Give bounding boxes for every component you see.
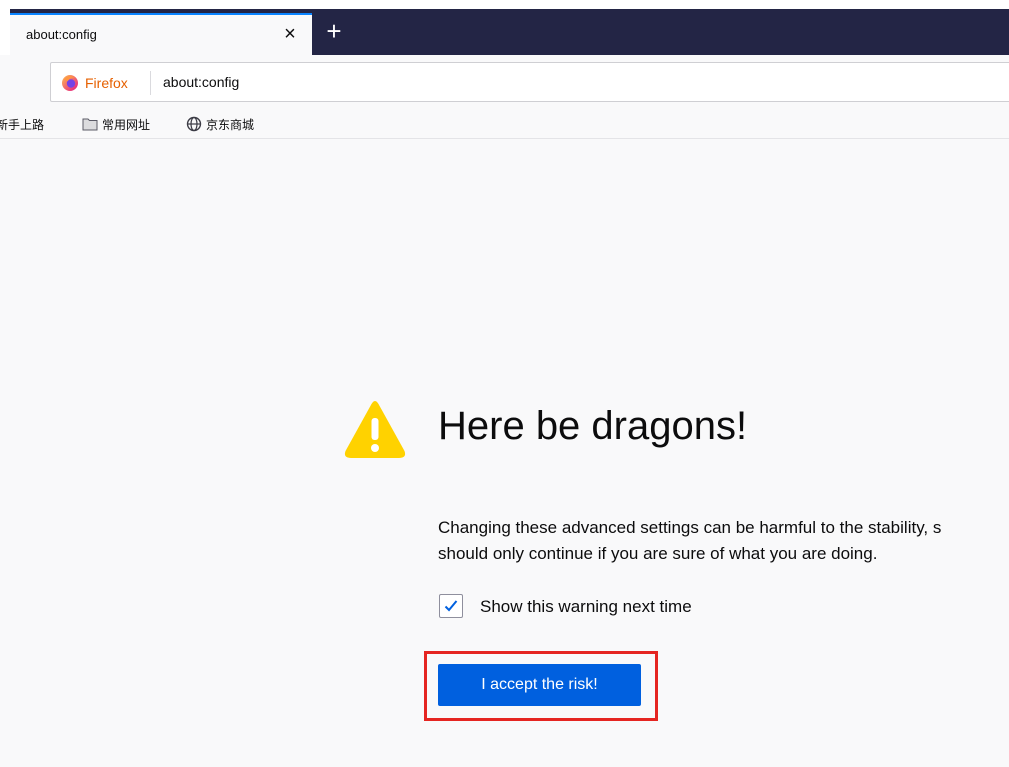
accept-risk-button[interactable]: I accept the risk! [438,664,641,706]
address-bar[interactable]: Firefox about:config [50,62,1009,102]
tab-title: about:config [26,27,97,42]
bookmark-label: 京东商城 [206,117,255,132]
window-top-edge [0,0,1009,9]
identity-box[interactable]: Firefox [61,72,128,94]
checkmark-icon [444,600,458,612]
warning-description: Changing these advanced settings can be … [438,515,1009,567]
tab-bar-left-edge [0,9,10,55]
bookmarks-toolbar: 新手上路 常用网址 京东商城 [0,108,1009,139]
show-warning-label[interactable]: Show this warning next time [480,597,692,617]
identity-separator [150,71,151,95]
globe-icon [186,116,202,132]
folder-icon [82,118,98,131]
tab-about-config[interactable]: about:config × [10,13,312,55]
warning-description-line-1: Changing these advanced settings can be … [438,518,942,537]
new-tab-button[interactable]: + [320,16,348,46]
close-icon[interactable]: × [278,21,302,47]
bookmark-label: 常用网址 [102,117,151,132]
show-warning-checkbox[interactable] [439,594,463,618]
firefox-logo-icon [62,75,78,91]
bookmark-folder[interactable]: 常用网址 [82,115,150,133]
bookmark-label: 新手上路 [0,117,45,132]
warning-triangle-icon [344,401,406,458]
bookmark-item[interactable]: 京东商城 [186,115,254,133]
bookmark-item[interactable]: 新手上路 [0,115,44,133]
page-title: Here be dragons! [438,404,748,448]
identity-label: Firefox [85,75,128,91]
warning-description-line-2: should only continue if you are sure of … [438,544,878,563]
browser-window: about:config × + Firefox about:config 新手… [0,0,1009,767]
url-input[interactable]: about:config [163,74,239,90]
